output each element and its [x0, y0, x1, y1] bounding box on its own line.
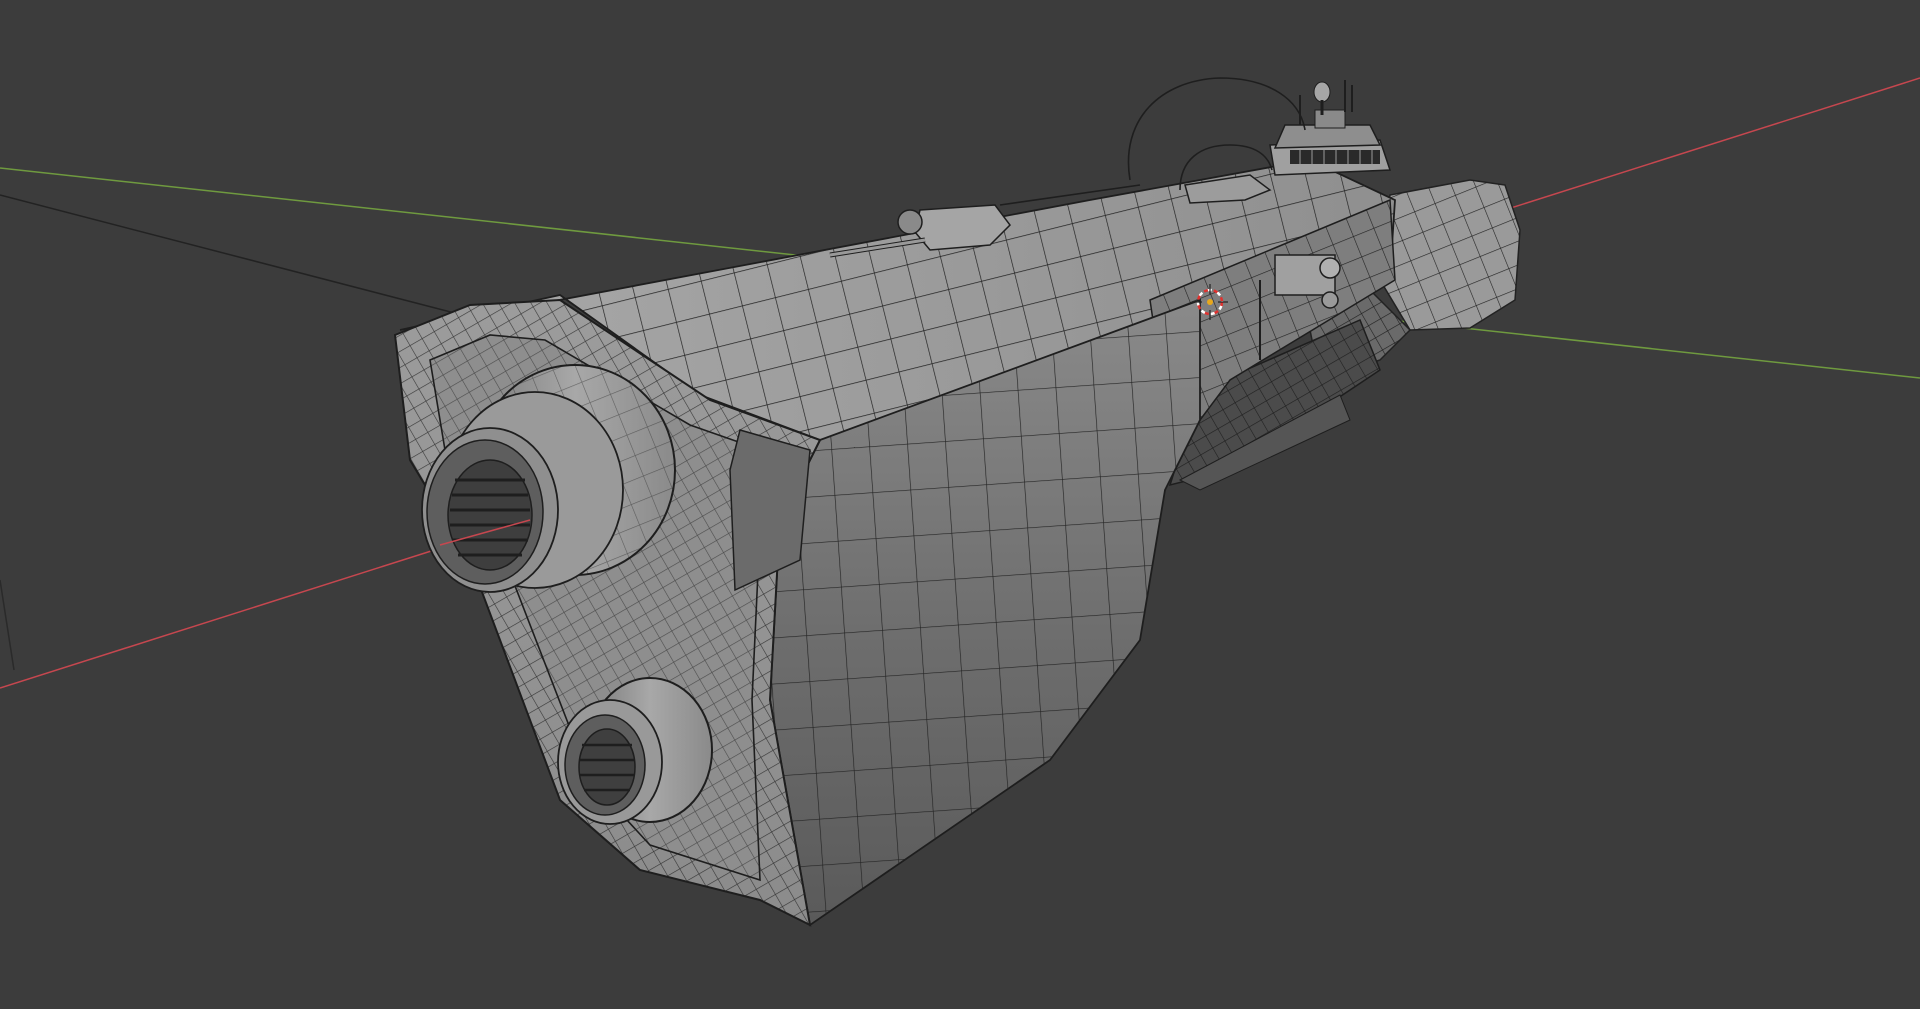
- spaceship-mesh[interactable]: [393, 77, 1521, 927]
- left-edge-line: [0, 579, 15, 671]
- 3d-viewport[interactable]: [0, 0, 1920, 1009]
- viewport-scene: [0, 77, 1920, 927]
- bridge-tower: [1269, 80, 1392, 176]
- black-guide-line: [0, 194, 521, 331]
